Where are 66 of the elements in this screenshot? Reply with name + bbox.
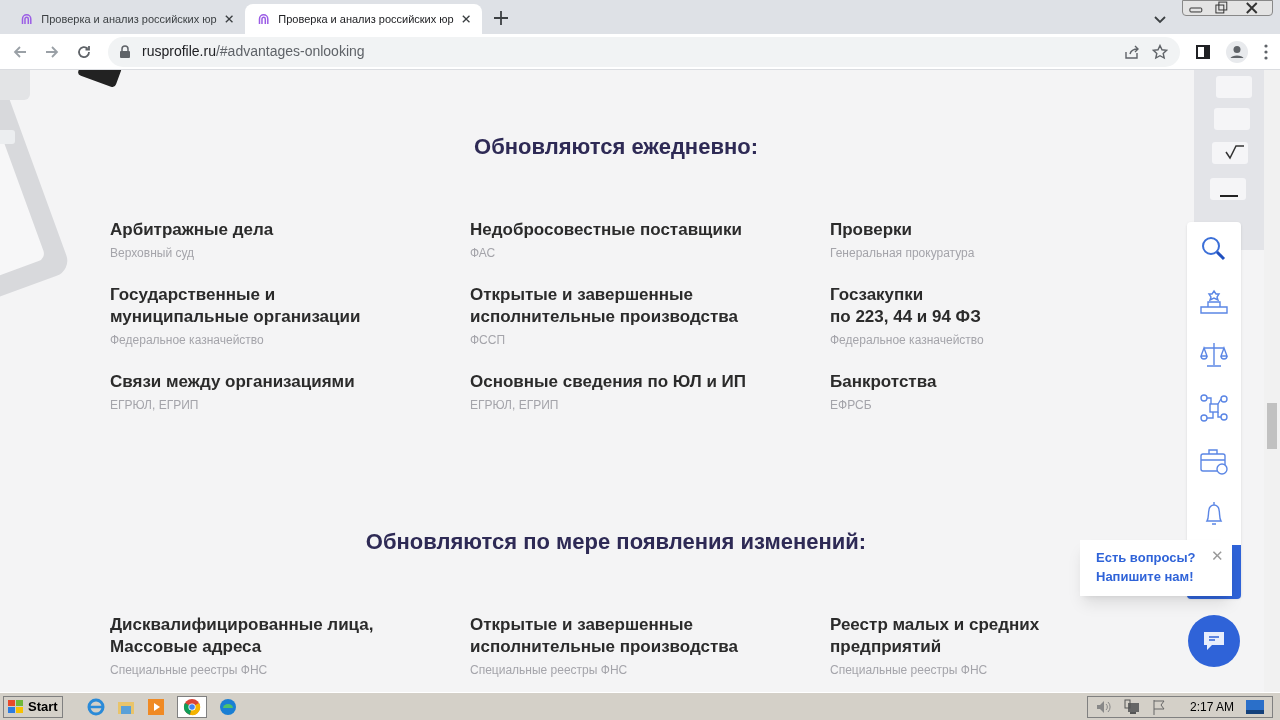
item-source: Специальные реестры ФНС — [110, 662, 269, 679]
forward-icon[interactable] — [44, 43, 60, 60]
briefcase-icon[interactable] — [1199, 446, 1229, 476]
menu-icon[interactable] — [1264, 43, 1268, 60]
site-logo-icon — [20, 11, 34, 27]
item-title: Недобросовестные поставщики — [470, 219, 743, 241]
flag-icon[interactable] — [1151, 698, 1166, 715]
reload-icon[interactable] — [76, 43, 92, 60]
window-controls[interactable] — [1182, 0, 1273, 16]
chat-button[interactable] — [1188, 615, 1240, 667]
podium-icon[interactable] — [1199, 287, 1229, 317]
browser-tab[interactable]: Проверка и анализ российских юр — [245, 4, 482, 34]
star-icon[interactable] — [1152, 43, 1168, 60]
site-logo-icon — [257, 11, 271, 27]
item-title: Основные сведения по ЮЛ и ИП — [470, 371, 747, 393]
item-title: Дисквалифицированные лица, Массовые адреса — [110, 614, 375, 658]
item-source: ФАС — [470, 245, 497, 262]
chrome-icon — [182, 697, 201, 716]
item-title: Проверки — [830, 219, 913, 241]
media-player-icon[interactable] — [146, 697, 165, 716]
item-title: Реестр малых и средних предприятий — [830, 614, 1041, 658]
back-icon[interactable] — [12, 43, 28, 60]
item-source: Специальные реестры ФНС — [470, 662, 629, 679]
share-icon[interactable] — [1124, 43, 1140, 60]
item-title: Госзакупки по 223, 44 и 94 ФЗ — [830, 284, 982, 328]
close-icon[interactable] — [461, 14, 470, 24]
chat-icon — [1203, 631, 1225, 651]
scrollbar[interactable] — [1264, 70, 1280, 692]
close-icon[interactable] — [224, 14, 233, 24]
item-title: Арбитражные дела — [110, 219, 275, 241]
profile-icon[interactable] — [1226, 40, 1248, 63]
network-monitor-icon[interactable] — [1123, 698, 1140, 715]
item-source: ФССП — [470, 332, 507, 349]
tab-title: Проверка и анализ российских юр — [41, 11, 217, 27]
tab-title: Проверка и анализ российских юр — [278, 11, 454, 27]
windows-logo-icon — [8, 699, 24, 714]
item-title: Открытые и завершенные исполнительные производства — [470, 284, 739, 328]
desktop-icon[interactable] — [1246, 699, 1264, 714]
section-heading: Обновляются по мере появления изменений: — [365, 528, 867, 556]
item-source: Специальные реестры ФНС — [830, 662, 989, 679]
chat-prompt-text: Есть вопросы? Напишите нам! — [1096, 549, 1196, 586]
chrome-taskbar-button[interactable] — [176, 695, 207, 718]
item-title: Открытые и завершенные исполнительные производства — [470, 614, 739, 658]
start-button[interactable]: Start — [3, 695, 63, 718]
url-text: rusprofile.ru/#advantages-onlooking — [142, 42, 365, 61]
edge-icon[interactable] — [218, 697, 237, 716]
browser-tab[interactable]: Проверка и анализ российских юр — [8, 4, 245, 34]
item-source: Верховный суд — [110, 245, 196, 262]
item-source: ЕГРЮЛ, ЕГРИП — [110, 397, 200, 414]
item-source: Генеральная прокуратура — [830, 245, 976, 262]
side-panel-icon[interactable] — [1196, 44, 1210, 59]
item-title: Банкротства — [830, 371, 938, 393]
item-source: ЕГРЮЛ, ЕГРИП — [470, 397, 560, 414]
item-source: Федеральное казначейство — [110, 332, 265, 349]
network-icon[interactable] — [1199, 393, 1229, 423]
item-source: Федеральное казначейство — [830, 332, 985, 349]
item-title: Государственные и муниципальные организации — [110, 284, 362, 328]
tab-list-icon[interactable] — [1154, 16, 1166, 24]
lock-icon — [120, 45, 130, 58]
section-heading: Обновляются ежедневно: — [474, 133, 758, 161]
scales-icon[interactable] — [1199, 340, 1229, 370]
clock-text: 2:17 AM — [1189, 698, 1234, 716]
item-source: ЕФРСБ — [830, 397, 873, 414]
new-tab-icon[interactable] — [494, 11, 508, 25]
address-bar[interactable]: rusprofile.ru/#advantages-onlooking — [108, 36, 1180, 67]
item-title: Связи между организациями — [110, 371, 356, 393]
